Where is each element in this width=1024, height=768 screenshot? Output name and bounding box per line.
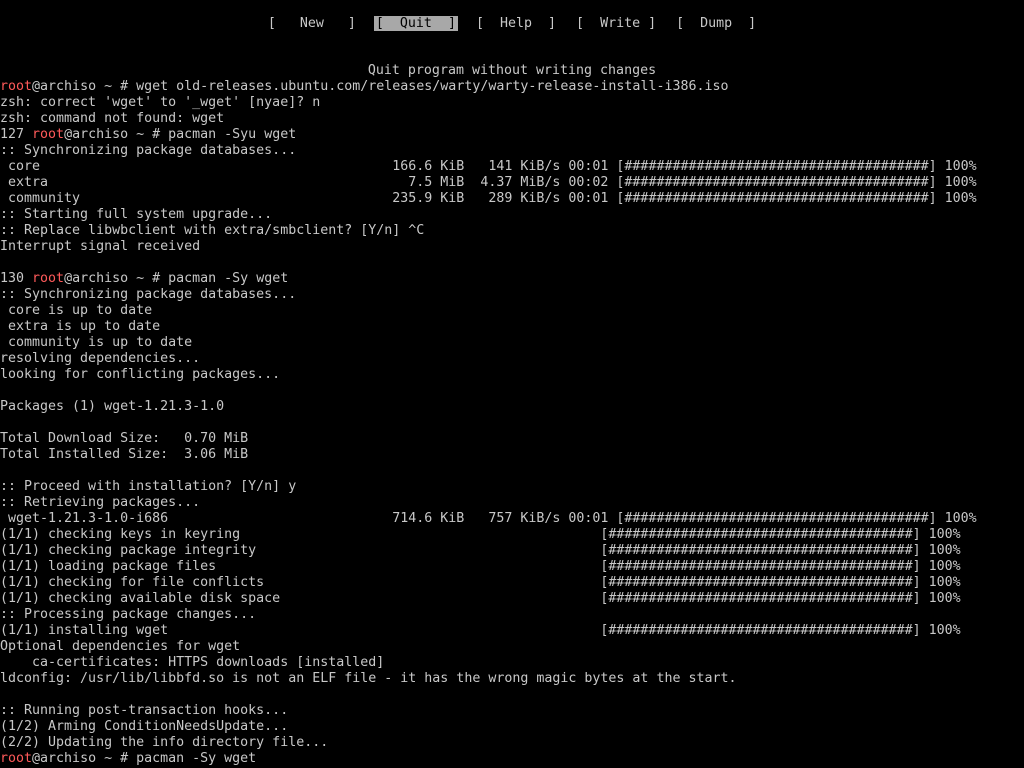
terminal-line: zsh: correct 'wget' to '_wget' [nyae]? n bbox=[0, 95, 1024, 111]
terminal-line: :: Synchronizing package databases... bbox=[0, 287, 1024, 303]
line-text: :: Synchronizing package databases... bbox=[0, 287, 297, 302]
line-text: community is up to date bbox=[0, 335, 193, 350]
terminal-line: community 235.9 KiB 289 KiB/s 00:01 [###… bbox=[0, 191, 1024, 207]
terminal-line: :: Retrieving packages... bbox=[0, 495, 1024, 511]
menu-item-write[interactable]: [ Write ] bbox=[574, 16, 658, 31]
terminal-line: root@archiso ~ # pacman -Sy wget bbox=[0, 751, 1024, 767]
line-text: (1/1) checking available disk space [###… bbox=[0, 591, 961, 606]
terminal-line: :: Replace libwbclient with extra/smbcli… bbox=[0, 223, 1024, 239]
terminal-line: :: Synchronizing package databases... bbox=[0, 143, 1024, 159]
terminal-line: looking for conflicting packages... bbox=[0, 367, 1024, 383]
line-text: Interrupt signal received bbox=[0, 239, 201, 254]
status-line: Quit program without writing changes bbox=[367, 63, 657, 78]
line-text: (1/1) checking package integrity [######… bbox=[0, 543, 961, 558]
line-text: (1/1) checking keys in keyring [########… bbox=[0, 527, 961, 542]
line-text: zsh: command not found: wget bbox=[0, 111, 225, 126]
terminal-line: zsh: command not found: wget bbox=[0, 111, 1024, 127]
exit-code: 127 bbox=[0, 127, 33, 142]
terminal-line: :: Starting full system upgrade... bbox=[0, 207, 1024, 223]
terminal-line: Total Installed Size: 3.06 MiB bbox=[0, 447, 1024, 463]
prompt-username: root bbox=[0, 79, 33, 94]
line-text: Total Installed Size: 3.06 MiB bbox=[0, 447, 249, 462]
line-text: :: Synchronizing package databases... bbox=[0, 143, 297, 158]
terminal-line: (1/1) checking keys in keyring [########… bbox=[0, 527, 1024, 543]
terminal-line: (1/1) checking for file conflicts [#####… bbox=[0, 575, 1024, 591]
line-text: Optional dependencies for wget bbox=[0, 639, 241, 654]
terminal-line: extra 7.5 MiB 4.37 MiB/s 00:02 [########… bbox=[0, 175, 1024, 191]
line-text: zsh: correct 'wget' to '_wget' [nyae]? n bbox=[0, 95, 321, 110]
terminal-line: (1/1) checking available disk space [###… bbox=[0, 591, 1024, 607]
line-text: (2/2) Updating the info directory file..… bbox=[0, 735, 329, 750]
terminal-output[interactable]: root@archiso ~ # wget old-releases.ubunt… bbox=[0, 79, 1024, 767]
line-text: (1/1) installing wget [#################… bbox=[0, 623, 961, 638]
terminal-line: (1/2) Arming ConditionNeedsUpdate... bbox=[0, 719, 1024, 735]
line-text: ca-certificates: HTTPS downloads [instal… bbox=[0, 655, 385, 670]
line-text: extra is up to date bbox=[0, 319, 161, 334]
line-text: wget-1.21.3-1.0-i686 714.6 KiB 757 KiB/s… bbox=[0, 511, 977, 526]
line-text: resolving dependencies... bbox=[0, 351, 201, 366]
line-text: (1/1) checking for file conflicts [#####… bbox=[0, 575, 961, 590]
terminal-line: 127 root@archiso ~ # pacman -Syu wget bbox=[0, 127, 1024, 143]
terminal-line: :: Proceed with installation? [Y/n] y bbox=[0, 479, 1024, 495]
prompt-username: root bbox=[32, 271, 65, 286]
line-text: extra 7.5 MiB 4.37 MiB/s 00:02 [########… bbox=[0, 175, 977, 190]
line-text: :: Processing package changes... bbox=[0, 607, 257, 622]
terminal-line: ldconfig: /usr/lib/libbfd.so is not an E… bbox=[0, 671, 1024, 687]
terminal-line: (1/1) installing wget [#################… bbox=[0, 623, 1024, 639]
terminal-line: Packages (1) wget-1.21.3-1.0 bbox=[0, 399, 1024, 415]
terminal-line: resolving dependencies... bbox=[0, 351, 1024, 367]
terminal-line: 130 root@archiso ~ # pacman -Sy wget bbox=[0, 271, 1024, 287]
line-text: Packages (1) wget-1.21.3-1.0 bbox=[0, 399, 225, 414]
prompt-username: root bbox=[0, 751, 33, 766]
menu-item-dump[interactable]: [ Dump ] bbox=[674, 16, 758, 31]
terminal-line: root@archiso ~ # wget old-releases.ubunt… bbox=[0, 79, 1024, 95]
terminal-line: Total Download Size: 0.70 MiB bbox=[0, 431, 1024, 447]
line-text: (1/2) Arming ConditionNeedsUpdate... bbox=[0, 719, 289, 734]
terminal-line: community is up to date bbox=[0, 335, 1024, 351]
line-text: looking for conflicting packages... bbox=[0, 367, 281, 382]
menu-bar: [ New ] [ Quit ] [ Help ] [ Write ] [ Du… bbox=[0, 15, 1024, 33]
terminal-line: :: Running post-transaction hooks... bbox=[0, 703, 1024, 719]
terminal-line: (1/1) loading package files [###########… bbox=[0, 559, 1024, 575]
terminal-line: extra is up to date bbox=[0, 319, 1024, 335]
terminal-line: wget-1.21.3-1.0-i686 714.6 KiB 757 KiB/s… bbox=[0, 511, 1024, 527]
terminal-line: (2/2) Updating the info directory file..… bbox=[0, 735, 1024, 751]
terminal-line: Interrupt signal received bbox=[0, 239, 1024, 255]
line-text: :: Running post-transaction hooks... bbox=[0, 703, 289, 718]
terminal-line: :: Processing package changes... bbox=[0, 607, 1024, 623]
line-text: :: Retrieving packages... bbox=[0, 495, 201, 510]
line-text: :: Proceed with installation? [Y/n] y bbox=[0, 479, 297, 494]
terminal-line: core is up to date bbox=[0, 303, 1024, 319]
terminal-line: Optional dependencies for wget bbox=[0, 639, 1024, 655]
terminal-line: core 166.6 KiB 141 KiB/s 00:01 [########… bbox=[0, 159, 1024, 175]
line-text: @archiso ~ # wget old-releases.ubuntu.co… bbox=[32, 79, 729, 94]
line-text: :: Replace libwbclient with extra/smbcli… bbox=[0, 223, 425, 238]
line-text: :: Starting full system upgrade... bbox=[0, 207, 273, 222]
terminal-line: ca-certificates: HTTPS downloads [instal… bbox=[0, 655, 1024, 671]
line-text: Total Download Size: 0.70 MiB bbox=[0, 431, 249, 446]
line-text: community 235.9 KiB 289 KiB/s 00:01 [###… bbox=[0, 191, 977, 206]
line-text: core 166.6 KiB 141 KiB/s 00:01 [########… bbox=[0, 159, 977, 174]
line-text: (1/1) loading package files [###########… bbox=[0, 559, 961, 574]
line-text: @archiso ~ # pacman -Sy wget bbox=[64, 271, 289, 286]
line-text: @archiso ~ # pacman -Syu wget bbox=[64, 127, 297, 142]
prompt-username: root bbox=[32, 127, 65, 142]
line-text: ldconfig: /usr/lib/libbfd.so is not an E… bbox=[0, 671, 737, 686]
menu-item-quit[interactable]: [ Quit ] bbox=[373, 16, 458, 31]
terminal-line: (1/1) checking package integrity [######… bbox=[0, 543, 1024, 559]
menu-item-new[interactable]: [ New ] bbox=[266, 16, 358, 31]
line-text: core is up to date bbox=[0, 303, 153, 318]
exit-code: 130 bbox=[0, 271, 33, 286]
line-text: @archiso ~ # pacman -Sy wget bbox=[32, 751, 257, 766]
menu-item-help[interactable]: [ Help ] bbox=[474, 16, 558, 31]
